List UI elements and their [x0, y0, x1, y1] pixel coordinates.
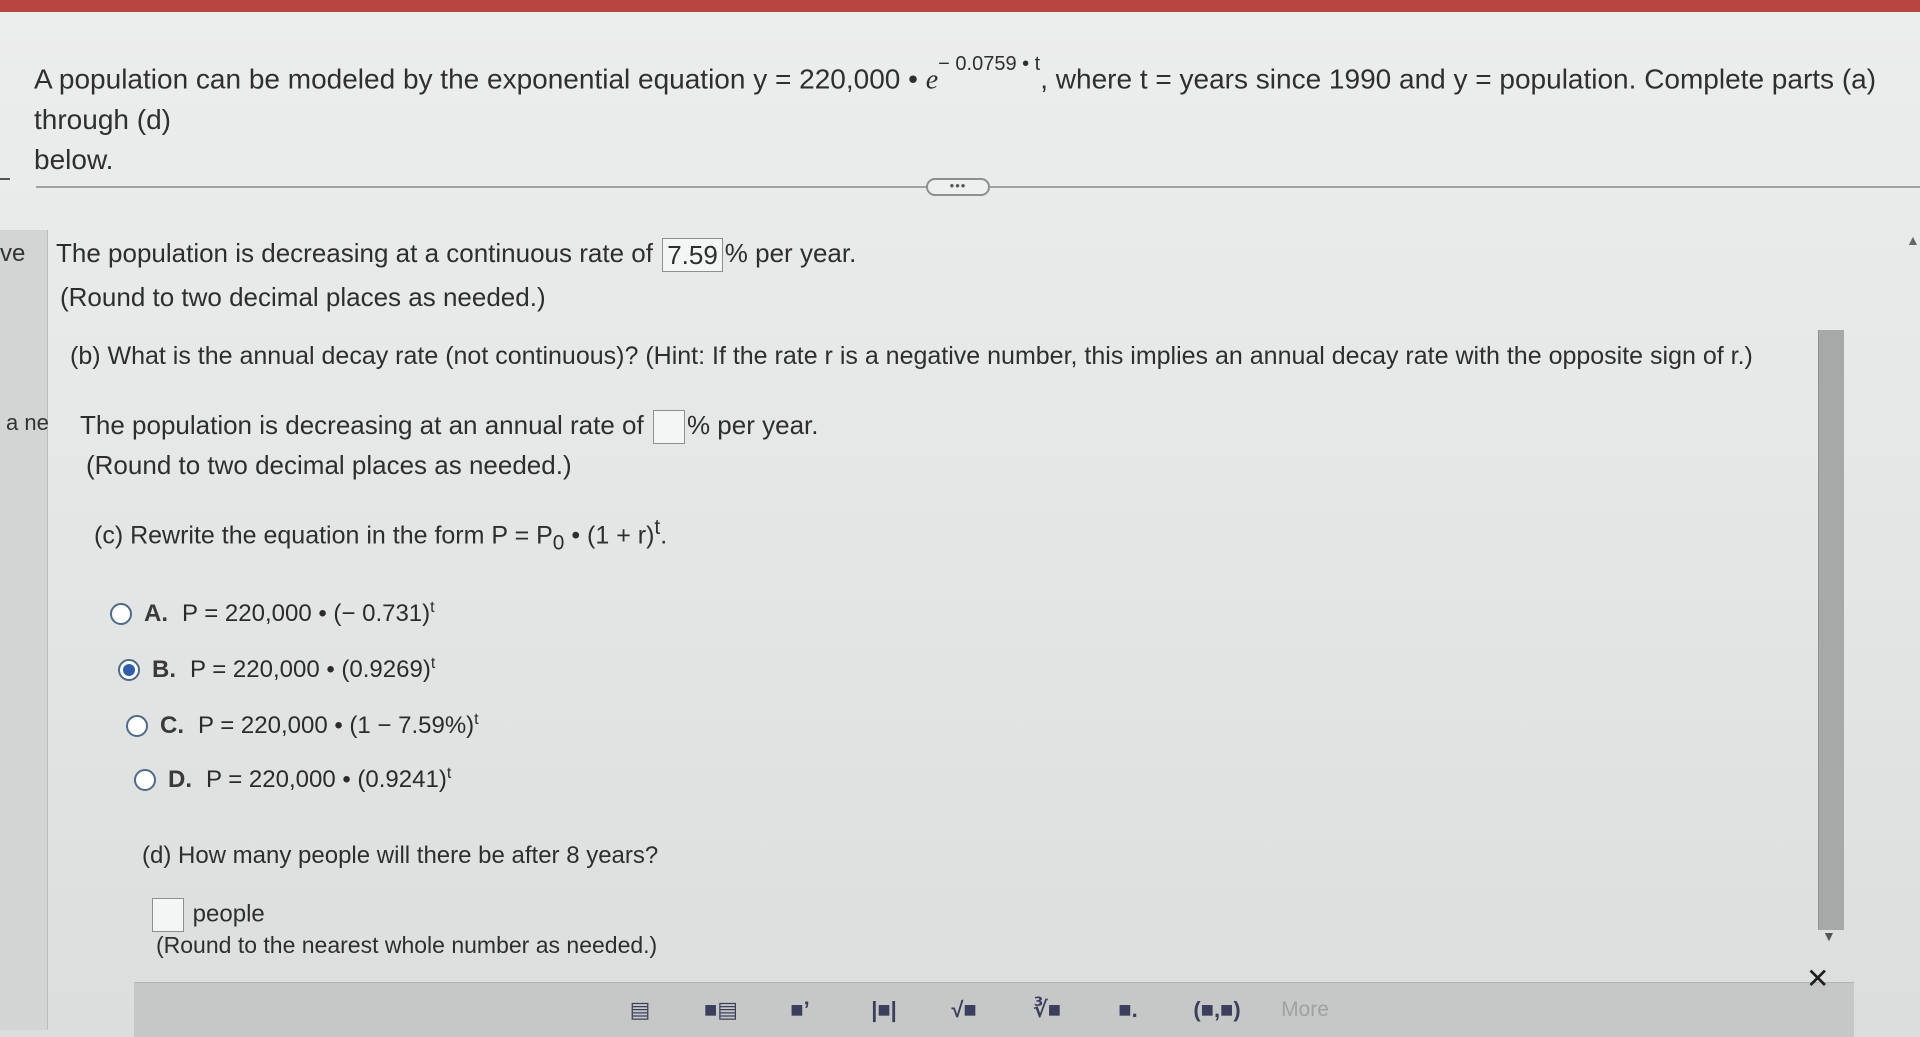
- sqrt-icon[interactable]: √■: [944, 990, 984, 1030]
- left-panel-edge: [0, 230, 48, 1030]
- mixed-number-icon[interactable]: ■▤: [696, 990, 746, 1030]
- part-a-answer-box[interactable]: 7.59: [662, 238, 723, 273]
- part-b-question: (b) What is the annual decay rate (not c…: [70, 342, 1753, 370]
- option-d[interactable]: D. P = 220,000 • (0.9241) t: [134, 765, 452, 794]
- part-c-question-mid: • (1 + r): [564, 521, 655, 550]
- question-part1: A population can be modeled by the expon…: [34, 63, 926, 95]
- option-a-formula: P = 220,000 • (− 0.731): [182, 600, 431, 627]
- option-a-letter: A.: [144, 600, 168, 627]
- scroll-up-arrow-icon[interactable]: ▲: [1906, 232, 1920, 248]
- fraction-icon[interactable]: ▤: [620, 990, 660, 1030]
- option-c-formula: P = 220,000 • (1 − 7.59%): [198, 712, 475, 739]
- left-edge-mark: [0, 178, 10, 180]
- absolute-value-icon[interactable]: |■|: [862, 990, 906, 1030]
- question-exponent: − 0.0759 • t: [938, 53, 1041, 75]
- option-b-letter: B.: [152, 656, 176, 683]
- part-c-question: (c) Rewrite the equation in the form P =…: [94, 516, 667, 555]
- part-a-label: The population is decreasing at a contin…: [56, 238, 653, 268]
- part-a-unit: % per year.: [724, 238, 857, 268]
- left-edge-text-2: a ne: [6, 410, 49, 435]
- option-c-radio[interactable]: [126, 715, 148, 737]
- option-c-sup: t: [474, 711, 479, 728]
- part-d-round-note: (Round to the nearest whole number as ne…: [156, 932, 658, 958]
- option-d-letter: D.: [168, 766, 192, 793]
- option-d-sup: t: [446, 765, 452, 782]
- question-text: A population can be modeled by the expon…: [34, 52, 1914, 180]
- vertical-scrollbar[interactable]: [1818, 330, 1844, 930]
- nth-root-icon[interactable]: ∛■: [1024, 990, 1070, 1030]
- part-c-question-sub: 0: [552, 531, 565, 555]
- top-color-bar: [0, 0, 1920, 12]
- math-toolbar: [134, 982, 1854, 1037]
- part-a-round-note: (Round to two decimal places as needed.): [60, 282, 546, 312]
- option-a-sup: t: [430, 599, 435, 616]
- option-a-radio[interactable]: [110, 603, 132, 625]
- close-icon[interactable]: ✕: [1806, 962, 1829, 995]
- part-c-question-end: .: [660, 521, 668, 550]
- question-base: e: [925, 64, 939, 96]
- option-d-radio[interactable]: [134, 769, 156, 791]
- more-button[interactable]: More: [1270, 990, 1340, 1030]
- option-b[interactable]: B. P = 220,000 • (0.9269) t: [118, 655, 436, 684]
- part-d-answer-box[interactable]: [152, 898, 184, 932]
- expand-more-button[interactable]: •••: [926, 178, 990, 196]
- part-b-answer-line: The population is decreasing at an annua…: [80, 410, 819, 445]
- left-edge-text-1: ve: [0, 240, 26, 267]
- part-d-question: (d) How many people will there be after …: [142, 842, 659, 869]
- option-b-formula: P = 220,000 • (0.9269): [190, 656, 431, 683]
- part-b-answer-box[interactable]: [652, 410, 685, 445]
- ordered-pair-icon[interactable]: (■,■): [1188, 990, 1246, 1030]
- part-c-question-pre: (c) Rewrite the equation in the form P =…: [94, 521, 553, 550]
- option-c[interactable]: C. P = 220,000 • (1 − 7.59%) t: [126, 711, 479, 740]
- part-b-unit: % per year.: [686, 410, 819, 440]
- part-b-round-note: (Round to two decimal places as needed.): [86, 450, 572, 480]
- exponent-icon[interactable]: ■’: [780, 990, 820, 1030]
- option-c-letter: C.: [160, 712, 184, 739]
- scroll-down-arrow-icon[interactable]: ▼: [1822, 928, 1836, 944]
- part-d-unit: people: [192, 900, 265, 928]
- option-d-formula: P = 220,000 • (0.9241): [206, 766, 447, 793]
- question-part3: below.: [34, 144, 114, 176]
- part-a-answer-line: The population is decreasing at a contin…: [56, 238, 857, 273]
- part-d-answer-line: people: [150, 898, 265, 932]
- option-b-radio[interactable]: [118, 659, 140, 681]
- option-b-sup: t: [430, 655, 436, 672]
- option-a[interactable]: A. P = 220,000 • (− 0.731) t: [110, 599, 435, 628]
- part-b-label: The population is decreasing at an annua…: [80, 410, 644, 440]
- decimal-icon[interactable]: ■.: [1110, 990, 1146, 1030]
